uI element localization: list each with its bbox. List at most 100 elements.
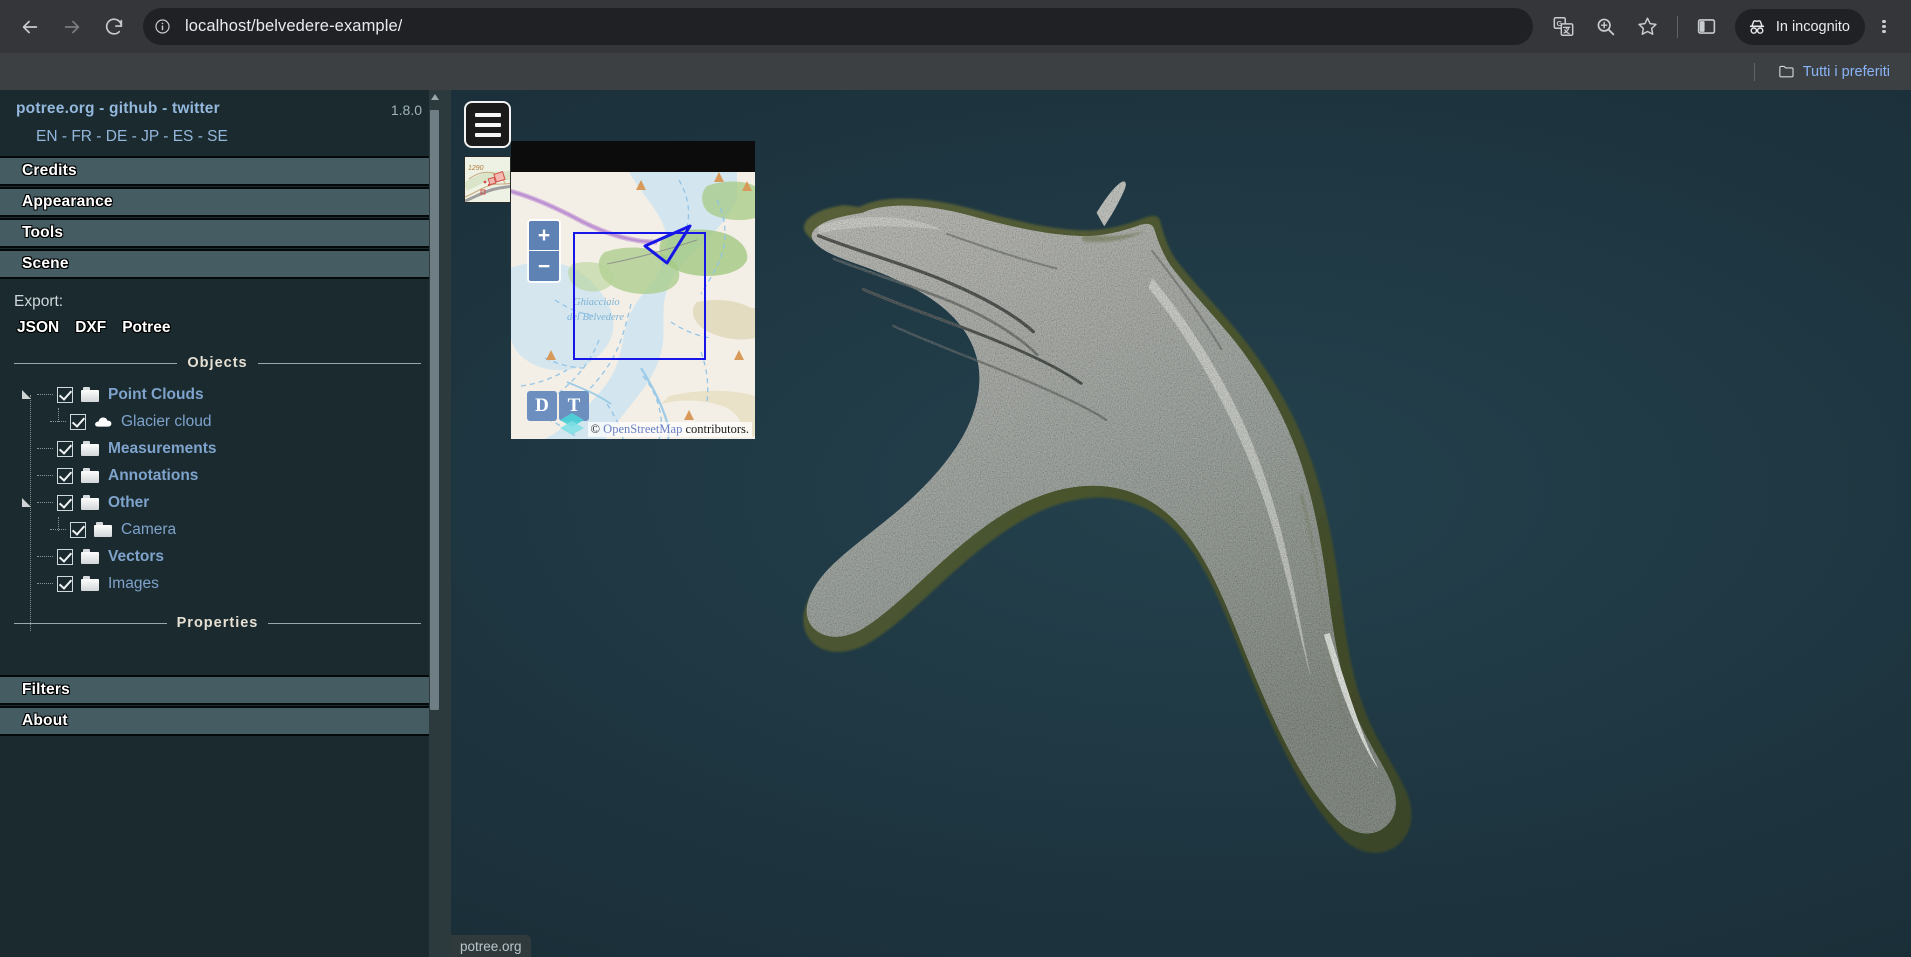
camera-frustum-icon — [643, 224, 692, 265]
lang-fr[interactable]: FR — [71, 128, 92, 145]
svg-text:1290: 1290 — [468, 165, 484, 172]
tree-row[interactable]: Camera — [22, 516, 430, 543]
site-info-icon[interactable] — [147, 12, 177, 42]
hamburger-bar — [474, 132, 501, 137]
visibility-checkbox[interactable] — [70, 521, 86, 538]
tree-row[interactable]: Other — [22, 489, 430, 516]
browser-window: localhost/belvedere-example/ G In incogn… — [0, 0, 1911, 957]
visibility-checkbox[interactable] — [57, 440, 73, 457]
tree-row[interactable]: Vectors — [22, 543, 430, 570]
back-button[interactable] — [10, 7, 50, 47]
address-bar[interactable]: localhost/belvedere-example/ — [143, 8, 1533, 45]
expand-collapse-icon[interactable] — [22, 496, 35, 509]
export-dxf-link[interactable]: DXF — [75, 319, 106, 337]
map-zoom-in-button[interactable]: + — [529, 221, 559, 251]
twitter-link[interactable]: twitter — [172, 100, 220, 117]
all-bookmarks-label: Tutti i preferiti — [1802, 63, 1890, 80]
github-link[interactable]: github — [109, 100, 158, 117]
lang-es[interactable]: ES — [173, 128, 194, 145]
toolbar-divider — [1676, 15, 1678, 38]
minimap-canvas[interactable]: Ghiacciaio del Belvedere + − D T © OpenS… — [511, 172, 755, 439]
scene-panel-body: Export: JSON DXF Potree Objects Point Cl… — [0, 279, 440, 671]
export-potree-link[interactable]: Potree — [122, 319, 170, 337]
folder-icon — [81, 468, 99, 483]
lang-se[interactable]: SE — [207, 128, 228, 145]
properties-divider: Properties — [14, 615, 422, 631]
side-panel-icon[interactable] — [1690, 10, 1724, 44]
visibility-checkbox[interactable] — [57, 494, 73, 511]
visibility-checkbox[interactable] — [57, 386, 73, 403]
tree-row[interactable]: Annotations — [22, 462, 430, 489]
visibility-checkbox[interactable] — [57, 548, 73, 565]
scrollbar-thumb[interactable] — [430, 110, 439, 710]
tree-row[interactable]: Glacier cloud — [22, 408, 430, 435]
address-bar-url[interactable]: localhost/belvedere-example/ — [185, 17, 402, 36]
kebab-dot — [1882, 29, 1886, 34]
page-scrollbar[interactable] — [440, 90, 451, 957]
reload-button[interactable] — [94, 7, 134, 47]
visibility-checkbox[interactable] — [70, 413, 86, 430]
map-zoom-out-button[interactable]: − — [529, 251, 559, 281]
tree-item-label[interactable]: Glacier cloud — [121, 413, 211, 431]
tree-item-label[interactable]: Camera — [121, 521, 176, 539]
chrome-menu-button[interactable] — [1867, 7, 1901, 47]
minimap-panel[interactable]: Ghiacciaio del Belvedere + − D T © OpenS… — [511, 141, 755, 439]
zoom-search-icon[interactable] — [1589, 10, 1623, 44]
accordion-credits[interactable]: Credits — [0, 156, 429, 186]
potree-render-area[interactable]: 1290 Ghiacciaio del Belvedere + − D T © … — [451, 90, 1911, 957]
map-layer-d-button[interactable]: D — [527, 391, 557, 421]
divider-line-left — [14, 362, 178, 364]
lang-de[interactable]: DE — [106, 128, 128, 145]
export-json-link[interactable]: JSON — [17, 319, 59, 337]
accordion-about[interactable]: About — [0, 706, 429, 736]
folder-icon — [1778, 65, 1794, 78]
incognito-label: In incognito — [1775, 18, 1850, 35]
tree-connector — [37, 556, 53, 557]
potree-org-link[interactable]: potree.org — [16, 100, 95, 117]
tree-item-label[interactable]: Vectors — [108, 548, 164, 566]
hamburger-menu-icon[interactable] — [464, 101, 511, 148]
export-links: JSON DXF Potree — [14, 319, 430, 337]
map-attribution: © OpenStreetMap contributors. — [587, 422, 752, 437]
accordion-appearance[interactable]: Appearance — [0, 187, 429, 217]
kebab-dot — [1882, 19, 1886, 24]
map-zoom-controls[interactable]: + − — [527, 219, 561, 283]
properties-title: Properties — [176, 615, 259, 631]
translate-icon[interactable]: G — [1547, 10, 1581, 44]
incognito-indicator[interactable]: In incognito — [1734, 8, 1865, 45]
tree-row[interactable]: Measurements — [22, 435, 430, 462]
tree-item-label[interactable]: Annotations — [108, 467, 198, 485]
expand-collapse-icon[interactable] — [22, 388, 35, 401]
accordion-scene[interactable]: Scene — [0, 249, 429, 279]
folder-icon — [81, 441, 99, 456]
tree-connector — [37, 394, 53, 395]
lang-jp[interactable]: JP — [141, 128, 159, 145]
accordion-filters[interactable]: Filters — [0, 675, 429, 705]
all-bookmarks-button[interactable]: Tutti i preferiti — [1771, 59, 1897, 84]
attribution-suffix: contributors. — [685, 422, 749, 436]
openstreetmap-link[interactable]: OpenStreetMap — [603, 422, 682, 436]
tree-item-label[interactable]: Point Clouds — [108, 386, 204, 404]
map-thumbnail[interactable]: 1290 — [464, 156, 511, 203]
visibility-checkbox[interactable] — [57, 575, 73, 592]
objects-divider: Objects — [14, 355, 421, 371]
scrollbar-up-arrow-icon[interactable] — [431, 94, 439, 100]
sidebar-scrollbar[interactable] — [429, 90, 440, 957]
tree-connector — [50, 529, 66, 530]
layers-icon[interactable] — [559, 411, 585, 435]
visibility-checkbox[interactable] — [57, 467, 73, 484]
tree-connector — [37, 502, 53, 503]
bookmark-star-icon[interactable] — [1631, 10, 1665, 44]
lang-en[interactable]: EN — [36, 128, 58, 145]
tree-connector — [37, 475, 53, 476]
tree-row[interactable]: Point Clouds — [22, 381, 430, 408]
tree-item-label[interactable]: Other — [108, 494, 149, 512]
forward-button[interactable] — [52, 7, 92, 47]
folder-icon — [81, 495, 99, 510]
folder-icon — [94, 522, 112, 537]
scene-object-tree: Point Clouds Glacier cloud Measurements … — [14, 381, 430, 631]
accordion-tools[interactable]: Tools — [0, 218, 429, 248]
tree-item-label[interactable]: Measurements — [108, 440, 217, 458]
tree-row[interactable]: Images — [22, 570, 430, 597]
tree-item-label[interactable]: Images — [108, 575, 159, 593]
